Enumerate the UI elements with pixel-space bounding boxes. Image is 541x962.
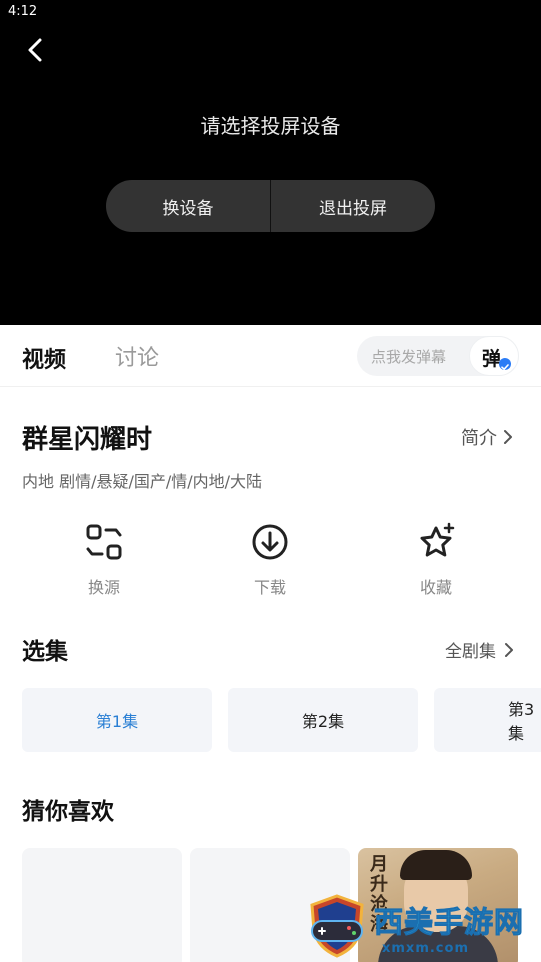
gamepad-shield-icon (310, 894, 364, 958)
swap-source-icon (86, 524, 122, 560)
episode-item[interactable]: 第3集 (434, 688, 541, 752)
back-button[interactable] (20, 34, 52, 66)
tab-discuss[interactable]: 讨论 (115, 340, 159, 372)
danmu-input[interactable]: 点我发弹幕 弹 (357, 336, 519, 376)
intro-label: 简介 (461, 428, 497, 449)
watermark-text: 西美手游网 (373, 905, 525, 940)
all-episodes-link[interactable]: 全剧集 (445, 637, 514, 662)
tab-video[interactable]: 视频 (22, 342, 66, 374)
back-arrow-icon (28, 38, 42, 62)
chevron-right-icon (505, 642, 513, 657)
status-time: 4:12 (8, 4, 38, 19)
chevron-right-icon (504, 430, 512, 444)
episodes-title: 选集 (22, 639, 68, 665)
change-device-button[interactable]: 换设备 (106, 180, 270, 232)
video-player-cast-area: 4:12 请选择投屏设备 换设备 退出投屏 (0, 0, 541, 325)
danmu-toggle-button[interactable]: 弹 (469, 336, 519, 376)
download-label: 下载 (253, 578, 286, 597)
episode-item[interactable]: 第1集 (22, 688, 212, 752)
swap-source-button[interactable]: 换源 (64, 522, 144, 598)
episode-item[interactable]: 第2集 (228, 688, 418, 752)
download-button[interactable]: 下载 (230, 522, 310, 598)
exit-cast-button[interactable]: 退出投屏 (271, 180, 435, 232)
recommend-card[interactable] (22, 848, 182, 962)
all-episodes-label: 全剧集 (445, 642, 496, 662)
cast-prompt-title: 请选择投屏设备 (200, 114, 341, 138)
content-tabs: 视频 讨论 点我发弹幕 弹 (0, 325, 541, 387)
cast-controls: 换设备 退出投屏 (106, 180, 435, 232)
show-title: 群星闪耀时 (22, 425, 153, 455)
check-badge-icon (499, 358, 511, 371)
site-watermark: 西美手游网 xmxm.com (304, 893, 541, 962)
swap-source-label: 换源 (87, 578, 120, 597)
recommend-title: 猜你喜欢 (22, 799, 114, 825)
watermark-url: xmxm.com (382, 941, 469, 956)
poster-hair (400, 850, 472, 880)
show-tags: 内地 剧情/悬疑/国产/情/内地/大陆 (22, 472, 263, 491)
favorite-button[interactable]: 收藏 (396, 522, 476, 598)
intro-link[interactable]: 简介 (461, 424, 513, 450)
download-icon (252, 524, 288, 560)
favorite-star-icon (420, 522, 455, 557)
favorite-label: 收藏 (419, 578, 452, 597)
danmu-placeholder: 点我发弹幕 (371, 348, 447, 366)
